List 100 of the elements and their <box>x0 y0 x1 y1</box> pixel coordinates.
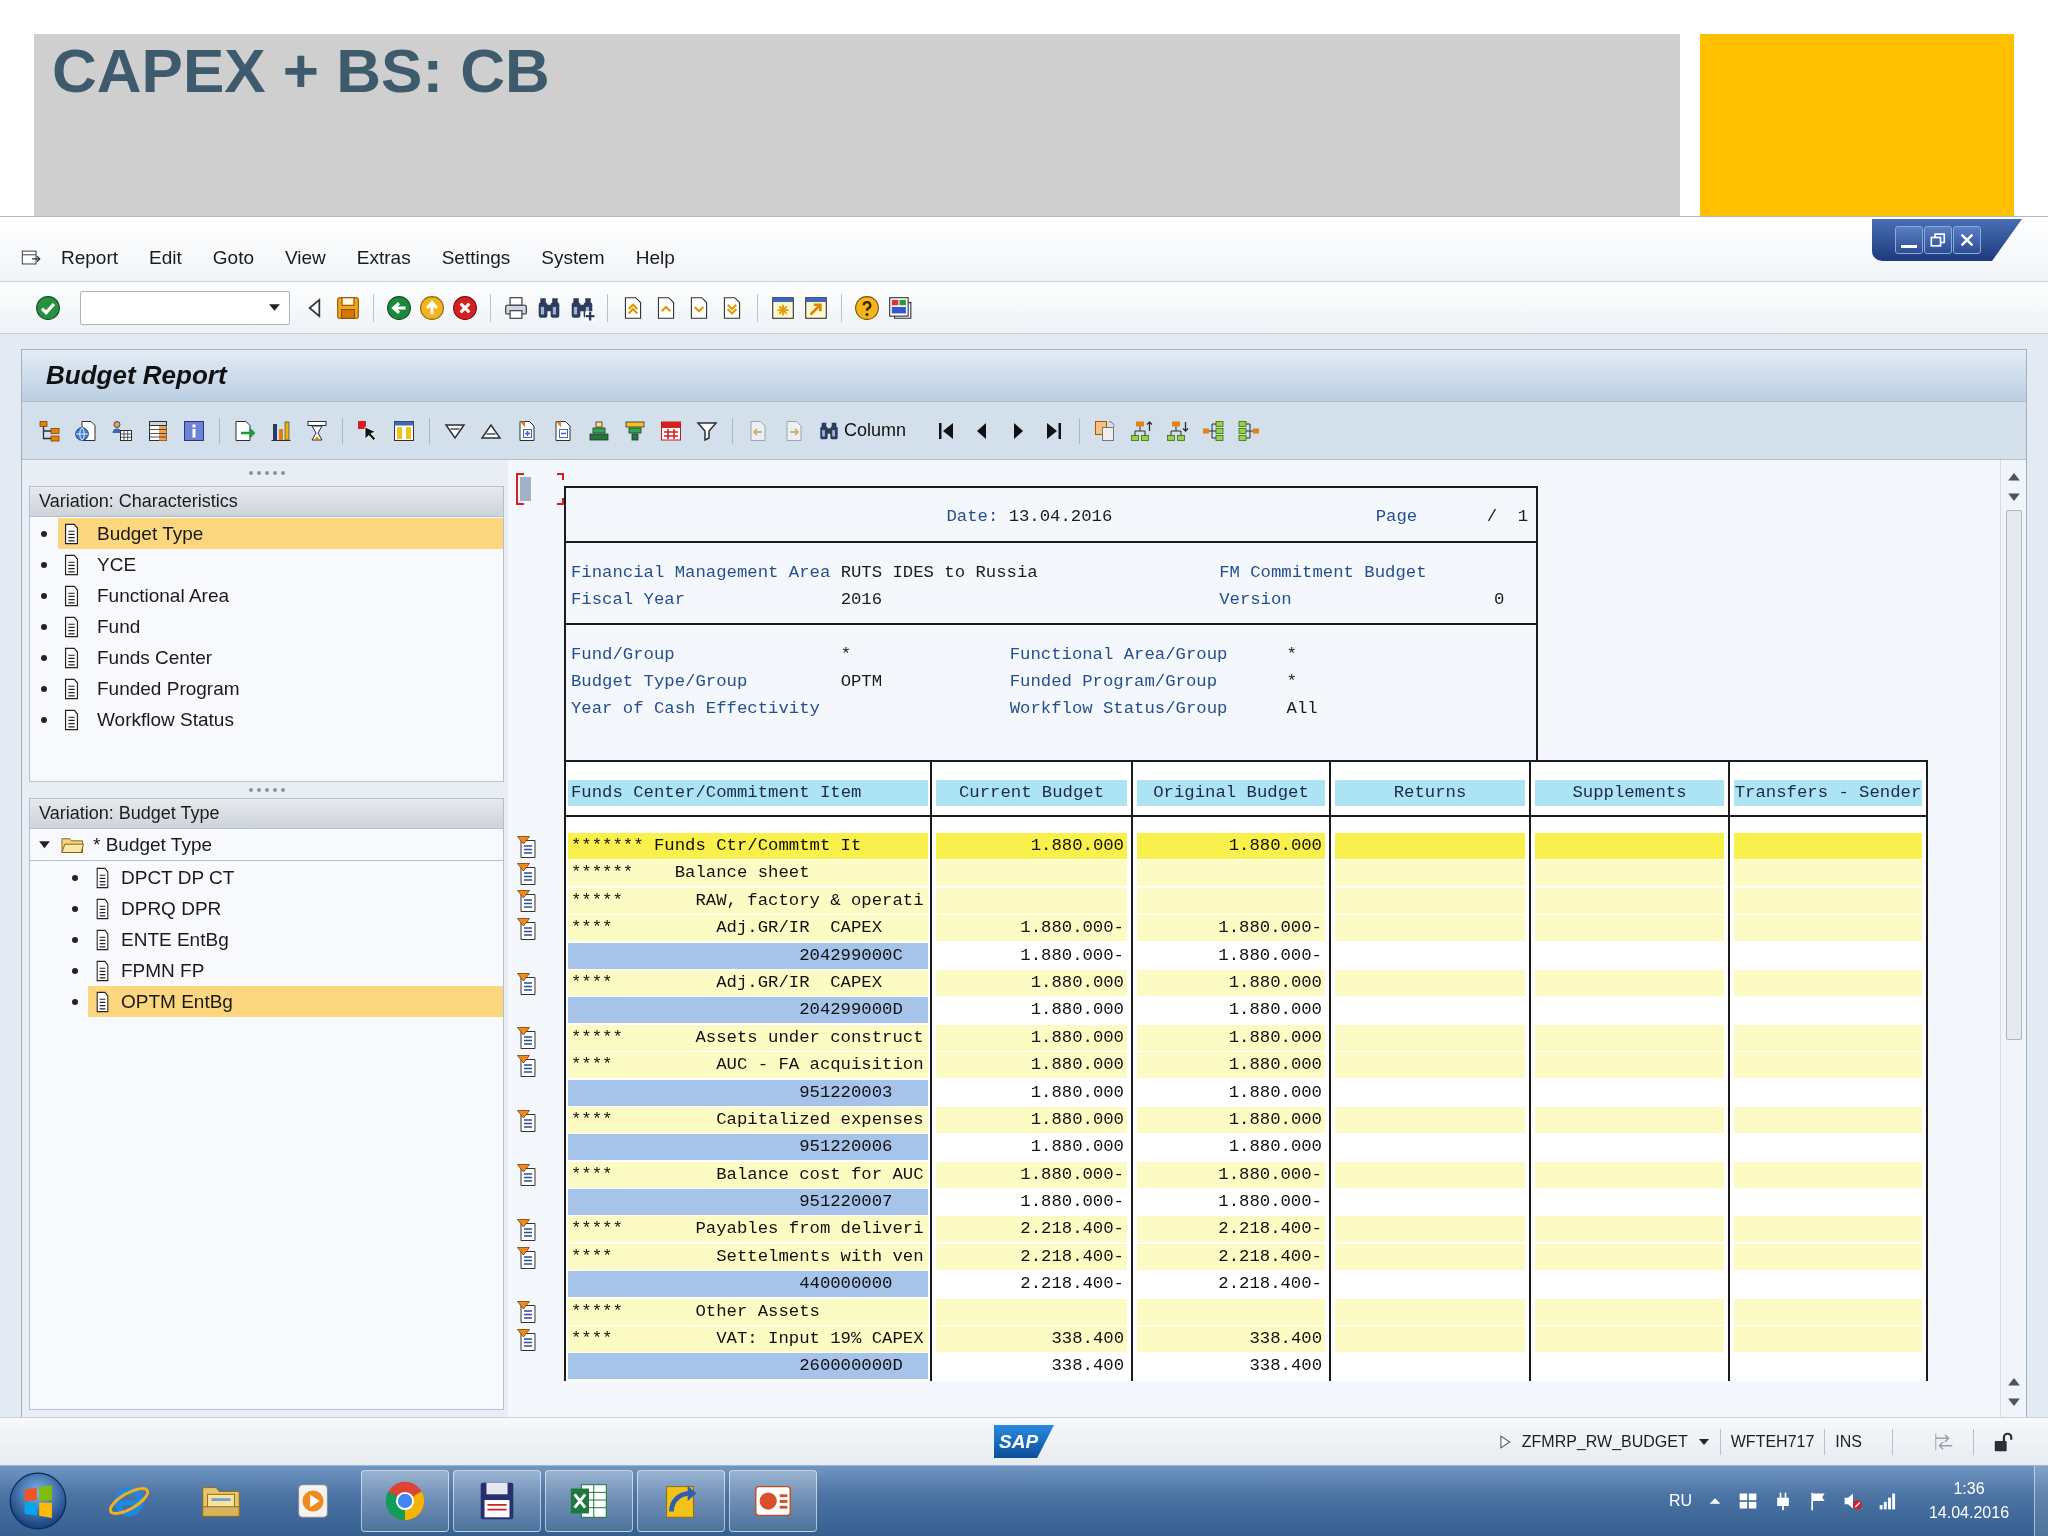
field-label: Fiscal Year <box>571 588 686 611</box>
menu-item[interactable]: System <box>541 246 605 270</box>
tree-item[interactable]: Workflow Status <box>58 704 503 735</box>
tree-item[interactable]: FPMN FP <box>88 955 503 986</box>
menu-item[interactable]: View <box>285 246 326 270</box>
menu-item[interactable]: Report <box>61 246 119 270</box>
document-icon <box>62 615 81 638</box>
scrollbar-thumb[interactable] <box>2005 510 2022 1040</box>
person-grid-icon[interactable] <box>110 418 134 443</box>
triangle-right-icon[interactable] <box>1497 1434 1512 1449</box>
stack-icon[interactable] <box>587 418 611 443</box>
column-header: Transfers - Sender <box>1734 780 1922 806</box>
table-cell: 1.880.000- <box>1137 1161 1325 1188</box>
inverted-stack-icon[interactable] <box>623 418 647 443</box>
level-marker: **** <box>571 1245 613 1268</box>
row-label: Funds Ctr/Commtmt It <box>653 835 862 857</box>
tree-item[interactable]: Budget Type <box>58 518 503 549</box>
row-label: 204299000C <box>799 944 903 967</box>
grip-icon[interactable] <box>246 470 287 476</box>
close-button[interactable] <box>1953 226 1981 254</box>
field-label: Page <box>1375 506 1418 528</box>
restore-button[interactable] <box>1924 226 1952 254</box>
color-blocks-icon[interactable] <box>886 294 913 321</box>
info-icon[interactable] <box>182 418 206 443</box>
minimize-button[interactable] <box>1895 226 1923 254</box>
grid-table-icon[interactable] <box>659 418 683 443</box>
row-label: AUC - FA acquisition <box>716 1054 924 1077</box>
bullet-icon <box>41 716 47 723</box>
tree-item[interactable]: * Budget Type <box>58 829 503 860</box>
tree-item[interactable]: DPCT DP CT <box>88 862 503 893</box>
show-desktop-button[interactable] <box>2034 1466 2048 1536</box>
field-label: FM Commitment Budget <box>1219 561 1427 584</box>
table-cell: 2.218.400- <box>936 1243 1127 1270</box>
start-orb-icon[interactable] <box>9 1472 67 1530</box>
table-cell: 2.218.400- <box>936 1216 1127 1243</box>
row-label: Adj.GR/IR CAPEX <box>716 971 883 994</box>
tree-arrow-icon[interactable] <box>1129 418 1154 443</box>
scrollbar[interactable] <box>2000 460 2026 1417</box>
field-value: 2016 <box>840 588 883 611</box>
lock-icon[interactable] <box>1992 1430 2014 1453</box>
print-icon[interactable] <box>502 294 529 321</box>
dropdown-icon[interactable] <box>268 301 281 314</box>
document-icon <box>62 522 81 545</box>
bar-chart-icon[interactable] <box>269 418 293 443</box>
column-button[interactable]: Column <box>814 413 911 448</box>
menu-item[interactable]: Help <box>635 246 675 270</box>
field-label: Year of Cash Effectivity <box>571 698 820 721</box>
caret-icon[interactable] <box>37 838 51 851</box>
hourglass-icon[interactable] <box>305 418 329 443</box>
level-marker: **** <box>571 917 613 940</box>
restore-icon <box>1928 230 1948 250</box>
tree-branch-icon[interactable] <box>1201 418 1226 443</box>
row-label: Assets under construct <box>695 1026 924 1049</box>
document-icon <box>62 646 81 669</box>
cancel-icon[interactable] <box>451 294 478 321</box>
tree-item[interactable]: OPTM EntBg <box>88 986 503 1017</box>
signal-bars-icon[interactable] <box>1878 1491 1898 1511</box>
grid-icon[interactable] <box>1738 1491 1758 1511</box>
tree-item[interactable]: YCE <box>58 549 503 580</box>
level-marker: ***** <box>571 1026 623 1049</box>
field-value: * <box>840 643 851 666</box>
report-title: Budget Report <box>46 360 227 391</box>
language-indicator[interactable]: RU <box>1668 1492 1692 1510</box>
taskbar-button[interactable] <box>545 1470 633 1532</box>
check-icon[interactable] <box>34 294 61 321</box>
tree-item[interactable]: Funds Center <box>58 642 503 673</box>
field-label: Fund/Group <box>571 643 675 666</box>
clock-time[interactable]: 1:36 <box>1953 1480 1985 1498</box>
tree-item[interactable]: ENTE EntBg <box>88 924 503 955</box>
menu-item[interactable]: Extras <box>356 246 411 270</box>
menu-item[interactable]: Edit <box>149 246 182 270</box>
document-globe-icon[interactable] <box>74 418 98 443</box>
tree-item[interactable]: Fund <box>58 611 503 642</box>
tree-branch-icon[interactable] <box>1237 418 1262 443</box>
save-icon[interactable] <box>334 294 361 321</box>
menu-item[interactable]: Settings <box>441 246 511 270</box>
section-header: Variation: Budget Type <box>30 799 503 829</box>
document-icon <box>62 677 81 700</box>
field-value: / 1 <box>1486 506 1529 528</box>
clock-date[interactable]: 14.04.2016 <box>1928 1504 2010 1522</box>
menu-item[interactable]: Goto <box>212 246 254 270</box>
bullet-icon <box>72 998 78 1005</box>
documents-icon[interactable] <box>1093 418 1118 443</box>
tree-item[interactable]: Functional Area <box>58 580 503 611</box>
muted-speaker-icon[interactable] <box>1843 1491 1863 1511</box>
help-icon[interactable] <box>853 294 880 321</box>
field-label: Functional Area/Group <box>1009 643 1228 666</box>
back-icon[interactable] <box>385 294 412 321</box>
row-label: 260000000D <box>799 1355 903 1378</box>
field-value: OPTM <box>840 670 883 693</box>
document-arrow-icon[interactable] <box>233 418 257 443</box>
focus-marker-icon <box>516 473 564 505</box>
grip-icon[interactable] <box>246 787 287 793</box>
command-field[interactable] <box>80 290 290 325</box>
tree-item[interactable]: Funded Program <box>58 673 503 704</box>
hierarchy-icon[interactable] <box>38 418 62 443</box>
row-label: Capitalized expenses <box>716 1108 924 1131</box>
tree-item[interactable]: DPRQ DPR <box>88 893 503 924</box>
taskbar-button[interactable] <box>453 1470 541 1532</box>
columns-icon[interactable] <box>392 418 416 443</box>
